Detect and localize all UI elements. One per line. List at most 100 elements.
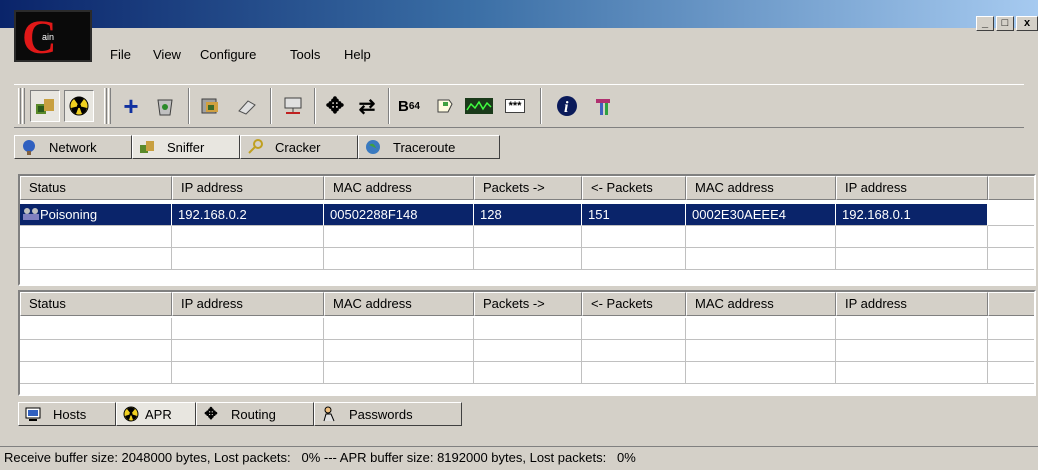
table-cell: 192.168.0.2	[172, 204, 324, 226]
menu-tools[interactable]: Tools	[290, 47, 320, 62]
title-bar	[0, 0, 1038, 28]
column-header-mac[interactable]: MAC address	[686, 176, 836, 200]
person-icon	[321, 406, 337, 422]
svg-text:i: i	[564, 99, 569, 116]
toolbar-grip	[22, 88, 25, 124]
base64-sub: 64	[408, 100, 420, 112]
column-header-ip[interactable]: IP address	[836, 176, 988, 200]
toolbar-grip	[104, 88, 107, 124]
arrows-icon: ✥	[204, 406, 218, 423]
table-cell: 151	[582, 204, 686, 226]
column-header-packets-out[interactable]: Packets ->	[474, 176, 582, 200]
column-header-packets-in[interactable]: <- Packets	[582, 292, 686, 316]
start-sniffer-icon[interactable]	[30, 90, 60, 122]
status-text: Poisoning	[40, 207, 98, 222]
column-header-status[interactable]: Status	[20, 176, 172, 200]
toolbar-grip	[18, 88, 21, 124]
lower-host-table[interactable]: Status IP address MAC address Packets ->…	[18, 290, 1036, 396]
base64-label: B	[398, 97, 409, 115]
add-to-list-icon[interactable]: +	[116, 90, 146, 122]
tab-sniffer[interactable]: Sniffer	[132, 135, 240, 159]
table-cell	[988, 204, 1034, 226]
menu-file[interactable]: File	[110, 47, 131, 62]
upper-host-table[interactable]: Status IP address MAC address Packets ->…	[18, 174, 1036, 286]
minimize-button[interactable]: _	[976, 16, 994, 31]
table-row	[20, 318, 1034, 340]
column-header-packets-in[interactable]: <- Packets	[582, 176, 686, 200]
column-header-ip[interactable]: IP address	[836, 292, 988, 316]
column-header-filler	[988, 292, 1034, 316]
tab-traceroute[interactable]: Traceroute	[358, 135, 500, 159]
cain-logo: C ain	[14, 10, 92, 64]
toolbar-separator	[388, 88, 390, 124]
menu-configure[interactable]: Configure	[200, 47, 256, 62]
column-header-ip[interactable]: IP address	[172, 292, 324, 316]
status-text: Receive buffer size: 2048000 bytes, Lost…	[4, 450, 636, 465]
table-row	[20, 340, 1034, 362]
radiation-icon	[123, 406, 139, 422]
table-cell: 192.168.0.1	[836, 204, 988, 226]
column-header-mac[interactable]: MAC address	[686, 292, 836, 316]
base64-icon[interactable]: B 64	[394, 90, 424, 122]
column-header-mac[interactable]: MAC address	[324, 176, 474, 200]
table-row[interactable]: Poisoning 192.168.0.2 00502288F148 128 1…	[20, 204, 1034, 226]
key-icon	[247, 139, 263, 155]
table-cell: 128	[474, 204, 582, 226]
password-label: ***	[504, 99, 526, 113]
tab-apr-label: APR	[145, 406, 172, 422]
status-cell: Poisoning	[20, 204, 172, 226]
cable-icon[interactable]	[232, 90, 262, 122]
maximize-button[interactable]: □	[996, 16, 1014, 31]
column-header-ip[interactable]: IP address	[172, 176, 324, 200]
hammer-icon[interactable]	[588, 90, 618, 122]
close-button[interactable]: x	[1016, 16, 1038, 31]
hosts-icon	[22, 207, 40, 222]
tab-apr[interactable]: APR	[116, 402, 196, 426]
globe-icon	[365, 139, 381, 155]
table-cell: 00502288F148	[324, 204, 474, 226]
menu-view[interactable]: View	[153, 47, 181, 62]
tab-network[interactable]: Network	[14, 135, 132, 159]
column-header-packets-out[interactable]: Packets ->	[474, 292, 582, 316]
toolbar-separator	[188, 88, 190, 124]
tab-traceroute-label: Traceroute	[393, 139, 456, 155]
table-row	[20, 226, 1034, 248]
toolbar-separator	[270, 88, 272, 124]
menu-help[interactable]: Help	[344, 47, 371, 62]
database-icon[interactable]	[196, 90, 226, 122]
move-icon[interactable]: ✥	[320, 90, 350, 122]
monitor-icon	[25, 406, 41, 422]
toolbar-separator	[540, 88, 542, 124]
swap-icon[interactable]: ⇄	[352, 90, 382, 122]
network-icon	[21, 139, 37, 155]
tab-hosts[interactable]: Hosts	[18, 402, 116, 426]
column-header-mac[interactable]: MAC address	[324, 292, 474, 316]
remove-icon[interactable]	[150, 90, 180, 122]
status-bar: Receive buffer size: 2048000 bytes, Lost…	[0, 446, 1038, 470]
table-header: Status IP address MAC address Packets ->…	[20, 176, 1034, 200]
table-row	[20, 362, 1034, 384]
toolbar-separator	[314, 88, 316, 124]
table-cell: 0002E30AEEE4	[686, 204, 836, 226]
tab-cracker-label: Cracker	[275, 139, 321, 155]
tab-passwords-label: Passwords	[349, 406, 413, 422]
apr-poison-icon[interactable]	[64, 90, 94, 122]
note-icon[interactable]	[430, 90, 460, 122]
tab-sniffer-label: Sniffer	[167, 139, 205, 155]
tab-routing-label: Routing	[231, 406, 276, 422]
password-box-icon[interactable]: ***	[500, 90, 530, 122]
column-header-status[interactable]: Status	[20, 292, 172, 316]
sniffer-icon	[139, 139, 155, 155]
info-icon[interactable]: i	[552, 90, 582, 122]
logo-text: ain	[42, 32, 55, 42]
tab-passwords[interactable]: Passwords	[314, 402, 462, 426]
tab-cracker[interactable]: Cracker	[240, 135, 358, 159]
toolbar-grip	[108, 88, 111, 124]
network-icon[interactable]	[278, 90, 308, 122]
tab-network-label: Network	[49, 139, 97, 155]
table-header: Status IP address MAC address Packets ->…	[20, 292, 1034, 316]
tab-routing[interactable]: ✥ Routing	[196, 402, 314, 426]
table-row	[20, 248, 1034, 270]
tab-hosts-label: Hosts	[53, 406, 87, 422]
graph-icon[interactable]	[464, 90, 494, 122]
